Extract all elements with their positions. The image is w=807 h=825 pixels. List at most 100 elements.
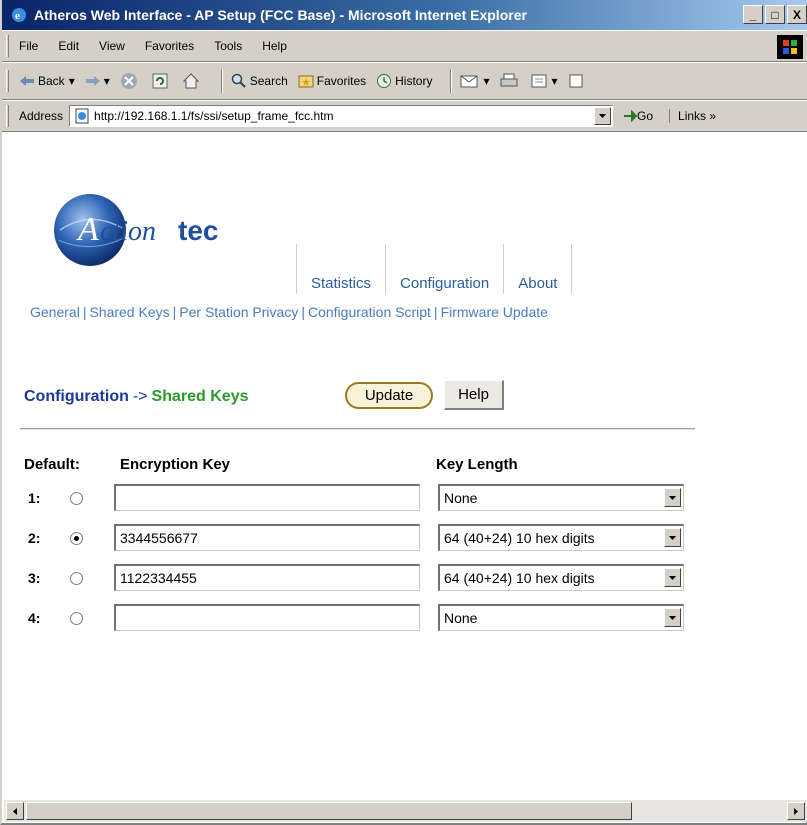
link-shared-keys[interactable]: Shared Keys	[89, 304, 169, 320]
forward-arrow-icon	[85, 76, 100, 86]
standard-toolbar: Back ▾ ▾ Search Favorites History ▾ ▾	[2, 62, 807, 100]
scroll-thumb[interactable]	[26, 802, 632, 820]
window-title: Atheros Web Interface - AP Setup (FCC Ba…	[34, 7, 527, 23]
key-row: 4: None	[28, 604, 688, 632]
print-button[interactable]	[500, 73, 521, 89]
tab-configuration[interactable]: Configuration	[385, 244, 503, 294]
menu-help[interactable]: Help	[262, 39, 287, 53]
breadcrumb-arrow: ->	[132, 388, 148, 405]
go-arrow-icon	[624, 110, 638, 122]
key-length-value: None	[444, 610, 478, 626]
chevron-down-icon: ▾	[483, 74, 490, 88]
svg-text:A: A	[76, 211, 99, 248]
menu-bar: File Edit View Favorites Tools Help	[2, 30, 807, 62]
link-configuration-script[interactable]: Configuration Script	[308, 304, 431, 320]
key-row: 1: None	[28, 484, 688, 512]
default-key-radio[interactable]	[70, 492, 83, 505]
link-per-station-privacy[interactable]: Per Station Privacy	[179, 304, 298, 320]
refresh-icon	[152, 73, 168, 89]
key-length-dropdown-button[interactable]	[664, 608, 681, 627]
key-length-dropdown-button[interactable]	[664, 528, 681, 547]
chevron-down-icon	[669, 495, 676, 500]
home-button[interactable]	[182, 72, 203, 90]
discuss-button[interactable]	[568, 73, 587, 89]
maximize-button[interactable]: □	[765, 5, 785, 24]
chevron-down-icon	[669, 575, 676, 580]
history-button[interactable]: History	[376, 73, 432, 89]
back-button[interactable]: Back ▾	[19, 74, 75, 88]
menu-favorites[interactable]: Favorites	[145, 39, 194, 53]
menu-file[interactable]: File	[19, 39, 38, 53]
search-label: Search	[249, 74, 288, 88]
svg-text:tec: tec	[178, 215, 218, 246]
chevron-left-icon	[13, 807, 17, 815]
key-length-select[interactable]: 64 (40+24) 10 hex digits	[438, 524, 684, 551]
key-row: 2: 3344556677 64 (40+24) 10 hex digits	[28, 524, 688, 552]
toolbar-grip[interactable]	[6, 35, 9, 57]
mail-button[interactable]: ▾	[460, 73, 490, 89]
link-general[interactable]: General	[30, 304, 80, 320]
encryption-key-input[interactable]: 1122334455	[114, 564, 420, 591]
default-key-radio[interactable]	[70, 532, 83, 545]
key-row-number: 4:	[28, 610, 41, 626]
search-button[interactable]: Search	[231, 73, 288, 89]
key-row-number: 1:	[28, 490, 41, 506]
address-dropdown-button[interactable]	[594, 107, 612, 125]
links-button[interactable]: Links »	[669, 109, 716, 123]
key-length-dropdown-button[interactable]	[664, 488, 681, 507]
encryption-key-input[interactable]	[114, 484, 420, 511]
menu-edit[interactable]: Edit	[58, 39, 79, 53]
internet-explorer-icon: e	[10, 6, 28, 24]
menu-tools[interactable]: Tools	[214, 39, 242, 53]
toolbar-grip[interactable]	[6, 70, 9, 92]
search-icon	[231, 73, 246, 88]
toolbar-grip[interactable]	[6, 105, 9, 127]
history-label: History	[395, 74, 433, 88]
stop-button[interactable]	[120, 72, 141, 90]
discuss-icon	[569, 74, 583, 88]
chevron-down-icon: ▾	[68, 74, 75, 88]
key-length-column-header: Key Length	[436, 456, 518, 473]
toolbar-separator	[450, 69, 453, 93]
address-bar: Address http://192.168.1.1/fs/ssi/setup_…	[2, 100, 807, 132]
address-url: http://192.168.1.1/fs/ssi/setup_frame_fc…	[94, 109, 334, 123]
key-length-dropdown-button[interactable]	[664, 568, 681, 587]
scroll-right-button[interactable]	[787, 802, 805, 820]
breadcrumb: Configuration -> Shared Keys	[24, 388, 248, 406]
window-controls: _ □ X	[743, 5, 807, 24]
key-length-value: 64 (40+24) 10 hex digits	[444, 530, 595, 546]
refresh-button[interactable]	[151, 72, 172, 90]
address-input[interactable]: http://192.168.1.1/fs/ssi/setup_frame_fc…	[69, 105, 614, 127]
menu-view[interactable]: View	[99, 39, 125, 53]
svg-text:ction: ction	[100, 216, 156, 247]
close-button[interactable]: X	[787, 5, 807, 24]
chevron-down-icon	[669, 615, 676, 620]
default-key-radio[interactable]	[70, 572, 83, 585]
breadcrumb-root: Configuration	[24, 388, 129, 405]
key-length-select[interactable]: None	[438, 604, 684, 631]
link-firmware-update[interactable]: Firmware Update	[441, 304, 548, 320]
go-button[interactable]: Go	[623, 109, 653, 123]
edit-button[interactable]: ▾	[531, 73, 558, 89]
help-button[interactable]: Help	[444, 380, 504, 410]
horizontal-scrollbar[interactable]	[4, 800, 807, 822]
sub-navigation: General | Shared Keys | Per Station Privacy |…	[30, 304, 548, 320]
forward-button[interactable]: ▾	[85, 74, 110, 88]
windows-logo-icon	[777, 35, 803, 59]
back-arrow-icon	[20, 76, 34, 86]
minimize-button[interactable]: _	[743, 5, 763, 24]
key-length-select[interactable]: None	[438, 484, 684, 511]
print-icon	[500, 73, 518, 87]
encryption-key-input[interactable]: 3344556677	[114, 524, 420, 551]
encryption-key-input[interactable]	[114, 604, 420, 631]
tab-about[interactable]: About	[503, 244, 573, 294]
default-key-radio[interactable]	[70, 612, 83, 625]
scroll-left-button[interactable]	[6, 802, 24, 820]
favorites-button[interactable]: Favorites	[298, 73, 366, 89]
update-button[interactable]: Update	[345, 382, 433, 409]
key-length-select[interactable]: 64 (40+24) 10 hex digits	[438, 564, 684, 591]
tab-statistics[interactable]: Statistics	[296, 244, 385, 294]
default-column-header: Default:	[24, 456, 80, 473]
svg-text:e: e	[15, 10, 20, 22]
back-label: Back	[38, 74, 65, 88]
